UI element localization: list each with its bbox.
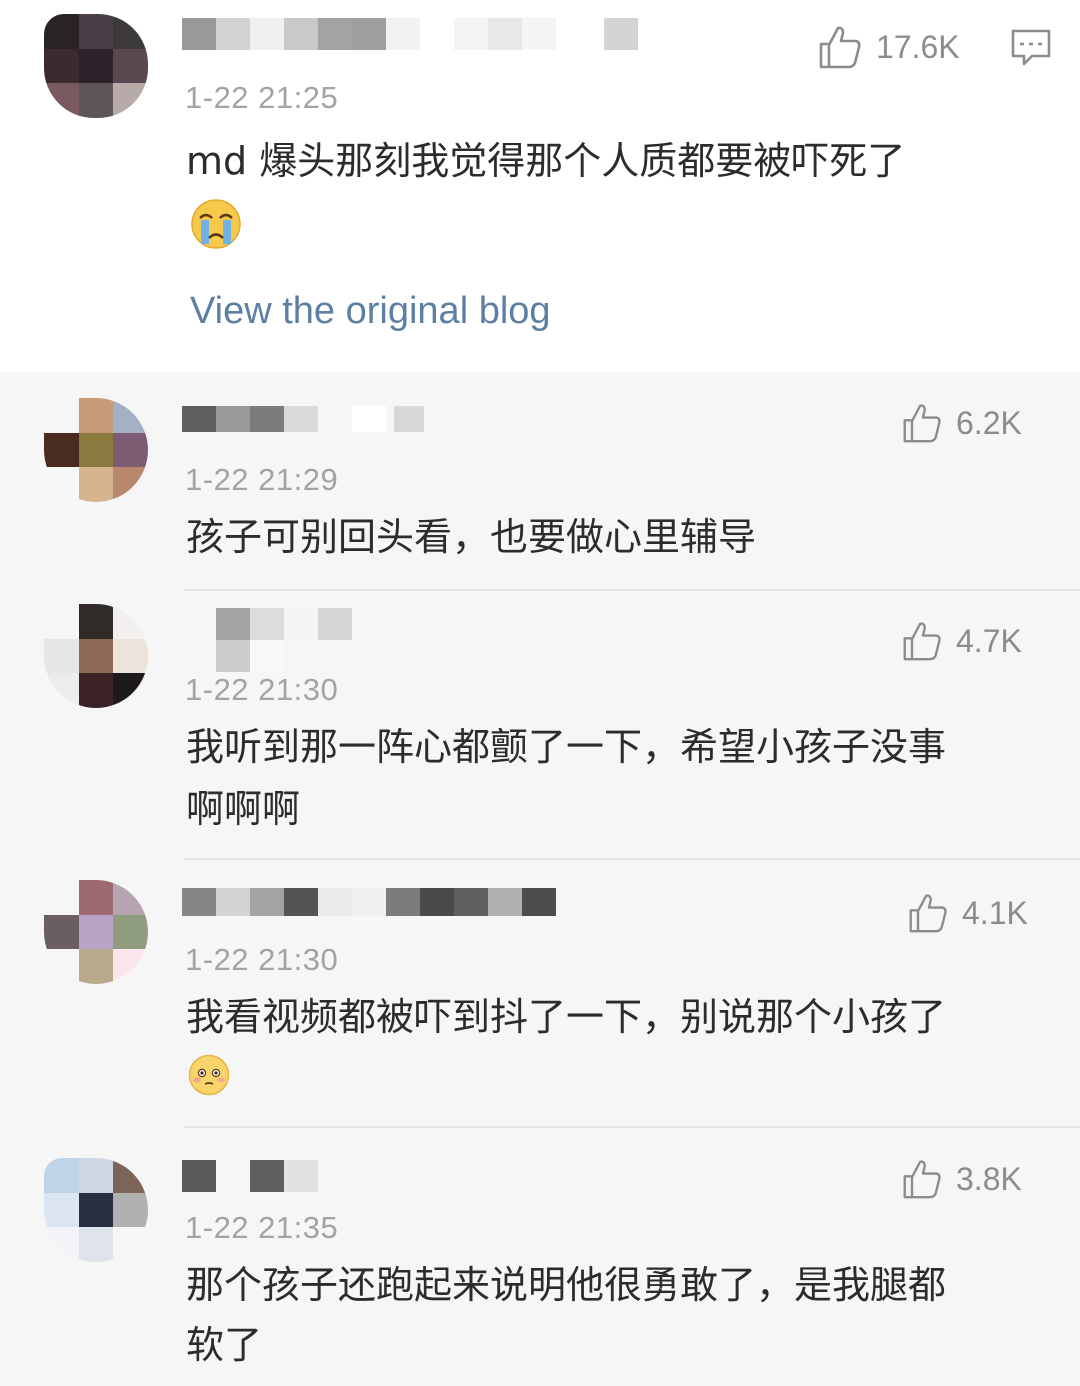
timestamp: 1-22 21:30 xyxy=(185,672,339,707)
divider xyxy=(184,1126,1080,1128)
username-pixelated[interactable] xyxy=(182,1160,318,1192)
like-button[interactable]: 4.1K xyxy=(908,892,1028,934)
post-text: md 爆头那刻我觉得那个人质都要被吓死了 xyxy=(186,139,906,183)
avatar[interactable] xyxy=(44,398,148,502)
crying-face-icon xyxy=(191,199,241,249)
like-button[interactable]: 3.8K xyxy=(902,1158,1022,1200)
like-button[interactable]: 6.2K xyxy=(902,402,1022,444)
thumbs-up-icon xyxy=(903,622,941,661)
divider xyxy=(184,589,1080,591)
comment-icon[interactable] xyxy=(1010,28,1052,68)
timestamp: 1-22 21:29 xyxy=(185,462,339,497)
like-count: 4.1K xyxy=(962,894,1028,931)
like-count: 17.6K xyxy=(876,28,960,65)
comment-text: 我看视频都被吓到抖了一下，别说那个小孩了 xyxy=(186,995,947,1039)
divider xyxy=(184,858,1080,860)
comment-text-line-2: 软了 xyxy=(186,1323,263,1367)
like-button[interactable]: 17.6K xyxy=(818,24,960,70)
username-pixelated[interactable] xyxy=(182,888,556,916)
timestamp: 1-22 21:35 xyxy=(185,1210,339,1245)
avatar[interactable] xyxy=(44,880,148,984)
comment-text-line-1: 那个孩子还跑起来说明他很勇敢了，是我腿都 xyxy=(186,1263,947,1307)
comment-text: 孩子可别回头看，也要做心里辅导 xyxy=(186,515,757,559)
main-post: 1-22 21:25 md 爆头那刻我觉得那个人质都要被吓死了 View the… xyxy=(0,0,1080,372)
view-original-blog-link[interactable]: View the original blog xyxy=(190,290,551,333)
like-count: 6.2K xyxy=(956,404,1022,441)
comment-text-line-2: 啊啊啊 xyxy=(186,787,301,831)
like-button[interactable]: 4.7K xyxy=(902,620,1022,662)
thumbs-up-icon xyxy=(819,26,861,69)
username-pixelated[interactable] xyxy=(216,608,356,672)
timestamp: 1-22 21:25 xyxy=(185,80,339,115)
thumbs-up-icon xyxy=(903,1160,941,1199)
like-count: 3.8K xyxy=(956,1160,1022,1197)
username-pixelated[interactable] xyxy=(182,18,638,50)
username-pixelated[interactable] xyxy=(182,406,424,432)
avatar[interactable] xyxy=(44,1158,148,1262)
flushed-face-icon xyxy=(188,1054,230,1096)
avatar[interactable] xyxy=(44,14,148,118)
timestamp: 1-22 21:30 xyxy=(185,942,339,977)
avatar[interactable] xyxy=(44,604,148,708)
thumbs-up-icon xyxy=(903,404,941,443)
thumbs-up-icon xyxy=(909,894,947,933)
like-count: 4.7K xyxy=(956,622,1022,659)
comment-text-line-1: 我听到那一阵心都颤了一下，希望小孩子没事 xyxy=(186,725,947,769)
